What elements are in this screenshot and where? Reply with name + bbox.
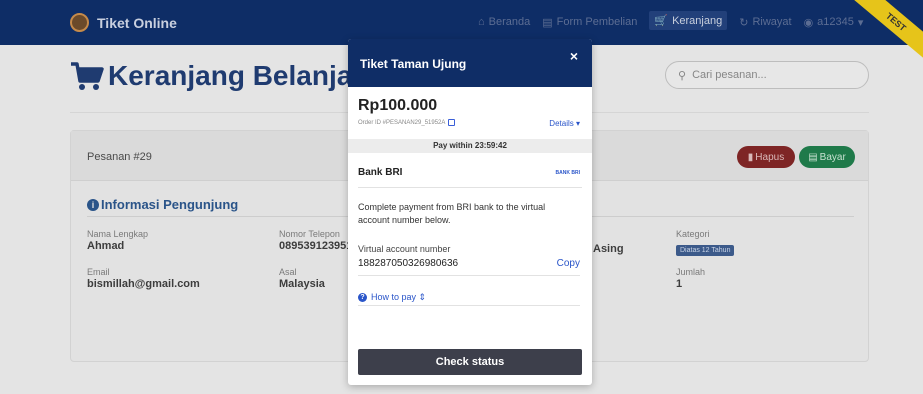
money-icon: ▤ (808, 151, 818, 163)
field-name: Nama Lengkap Ahmad (87, 229, 148, 252)
field-type: Asing (593, 242, 624, 255)
field-email: Email bismillah@gmail.com (87, 267, 200, 290)
field-category: Kategori Diatas 12 Tahun (676, 229, 735, 257)
copy-button[interactable]: Copy (557, 258, 580, 269)
nav-link-label: Riwayat (752, 16, 792, 28)
field-label: Asal (279, 267, 297, 277)
field-label: Email (87, 267, 110, 277)
history-icon: ↻ (739, 16, 749, 29)
va-number: 188287050326980636 (358, 258, 459, 269)
close-icon[interactable]: × (570, 48, 578, 64)
payment-instructions: Complete payment from BRI bank to the vi… (358, 202, 546, 225)
cart-icon: 🛒 (654, 15, 669, 27)
field-label: Nomor Telepon (279, 229, 340, 239)
modal-title: Tiket Taman Ujung (360, 57, 467, 71)
divider (358, 187, 582, 188)
search-icon: ⚲ (678, 69, 687, 82)
pay-button[interactable]: ▤ Bayar (799, 146, 855, 168)
delete-button[interactable]: ▮ Hapus (737, 146, 795, 168)
copy-icon[interactable] (448, 119, 456, 126)
field-label: Kategori (676, 229, 710, 239)
nav-link-label: Beranda (488, 16, 531, 28)
nav-links: ⌂ Beranda ▤ Form Pembelian 🛒 Keranjang ↻… (478, 11, 864, 30)
section-title: i Informasi Pengunjung (87, 197, 238, 212)
how-to-pay-label: How to pay ⇕ (371, 292, 427, 302)
details-toggle[interactable]: Details ▾ (549, 119, 580, 128)
user-icon: ◉ (803, 16, 814, 29)
nav-link-keranjang[interactable]: 🛒 Keranjang (649, 11, 728, 30)
chevron-down-icon: ▾ (857, 16, 864, 29)
brand-name: Tiket Online (97, 14, 177, 31)
page-title: Keranjang Belanja (70, 60, 352, 92)
brand[interactable]: Tiket Online (70, 13, 177, 32)
search-placeholder: Cari pesanan... (692, 69, 767, 81)
section-title-text: Informasi Pengunjung (101, 197, 239, 212)
brand-logo-icon (70, 13, 89, 32)
field-value: Malaysia (279, 278, 325, 290)
nav-link-label: Form Pembelian (556, 16, 638, 28)
trash-icon: ▮ (747, 151, 754, 163)
bank-name: Bank BRI (358, 167, 403, 178)
divider (358, 305, 580, 306)
form-icon: ▤ (542, 16, 553, 29)
how-to-pay-toggle[interactable]: ? How to pay ⇕ (358, 292, 426, 303)
field-phone: Nomor Telepon 089539123951 (279, 229, 352, 252)
order-label: Pesanan #29 (87, 151, 152, 163)
cart-icon (71, 62, 104, 90)
nav-link-form-pembelian[interactable]: ▤ Form Pembelian (542, 16, 637, 29)
user-name: a12345 (817, 16, 854, 28)
payment-modal: Tiket Taman Ujung × Rp100.000 Order ID #… (348, 39, 592, 385)
modal-header: Tiket Taman Ujung × (348, 39, 592, 87)
info-icon: i (87, 198, 99, 211)
payment-amount: Rp100.000 (358, 97, 438, 114)
field-value: 1 (676, 278, 683, 290)
question-icon: ? (358, 293, 367, 302)
delete-label: Hapus (755, 151, 785, 163)
pay-label: Bayar (819, 151, 846, 163)
test-ribbon: TEST (847, 0, 923, 66)
nav-link-riwayat[interactable]: ↻ Riwayat (739, 16, 791, 29)
field-count: Jumlah 1 (676, 267, 705, 290)
field-value: Ahmad (87, 240, 125, 252)
check-status-button[interactable]: Check status (358, 349, 582, 375)
user-menu[interactable]: ◉ a12345 ▾ (804, 16, 864, 29)
bank-logo: BANK BRI (555, 170, 580, 176)
pay-countdown: Pay within 23:59:42 (348, 139, 592, 153)
field-value: bismillah@gmail.com (87, 278, 200, 290)
field-origin: Asal Malaysia (279, 267, 325, 290)
field-value: 089539123951 (279, 240, 353, 252)
va-label: Virtual account number (358, 244, 451, 254)
nav-link-label: Keranjang (672, 14, 723, 27)
field-value: Asing (593, 243, 624, 255)
search-input[interactable]: ⚲ Cari pesanan... (665, 61, 869, 89)
page-title-text: Keranjang Belanja (108, 60, 353, 91)
field-label: Nama Lengkap (87, 229, 149, 239)
order-id-text: Order ID #PESANAN29_51952A (358, 119, 446, 126)
order-id: Order ID #PESANAN29_51952A (358, 119, 456, 126)
divider (358, 275, 580, 276)
nav-link-beranda[interactable]: ⌂ Beranda (478, 16, 530, 28)
home-icon: ⌂ (478, 16, 485, 28)
category-badge: Diatas 12 Tahun (676, 245, 735, 256)
field-label: Jumlah (676, 267, 706, 277)
